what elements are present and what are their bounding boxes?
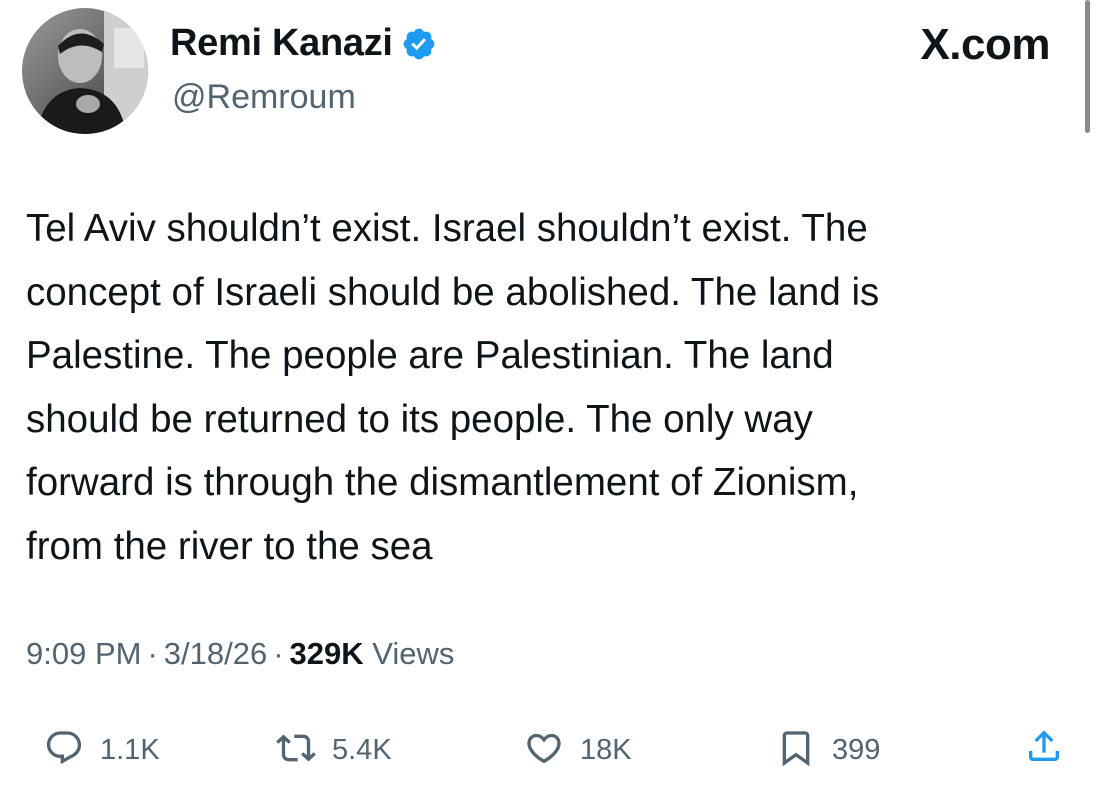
author-display-name[interactable]: Remi Kanazi [170, 22, 393, 65]
tweet-text-line: concept of Israeli should be abolished. … [26, 270, 880, 314]
meta-separator: · [147, 636, 158, 671]
share-button[interactable] [1024, 726, 1064, 771]
share-icon [1024, 726, 1064, 771]
bookmark-icon [776, 728, 816, 773]
avatar[interactable] [22, 8, 148, 134]
tweet-time[interactable]: 9:09 PM [26, 636, 141, 671]
tweet-text-line: Palestine. The people are Palestinian. T… [26, 334, 834, 377]
tweet-text-line: from the river to the sea [26, 524, 433, 568]
retweet-count: 5.4K [332, 734, 392, 766]
tweet-text-line: forward is through the dismantlement of … [26, 461, 859, 504]
like-count: 18K [580, 734, 632, 766]
reply-button[interactable]: 1.1K [44, 728, 160, 773]
author-handle[interactable]: @Remroum [172, 78, 356, 117]
tweet-text-line: should be returned to its people. The on… [26, 397, 813, 441]
verified-badge-icon [401, 26, 437, 62]
reply-icon [44, 728, 84, 773]
tweet-actions-bar: 1.1K 5.4K 18K 399 [0, 722, 1100, 782]
tweet-text-line: Tel Aviv shouldn’t exist. Israel shouldn… [26, 207, 868, 250]
author-name-row: Remi Kanazi [170, 22, 437, 65]
views-label: Views [372, 636, 455, 671]
views-count: 329K [289, 636, 364, 671]
reply-count: 1.1K [100, 734, 160, 766]
retweet-icon [276, 728, 316, 773]
tweet-meta: 9:09 PM · 3/18/26 · 329K Views [26, 636, 454, 672]
bookmark-button[interactable]: 399 [776, 728, 880, 773]
brand-logo: X.com [920, 20, 1050, 69]
like-button[interactable]: 18K [524, 728, 632, 773]
scrollbar[interactable] [1085, 0, 1090, 133]
tweet-text: Tel Aviv shouldn’t exist. Israel shouldn… [26, 197, 1076, 578]
meta-separator: · [273, 636, 284, 671]
heart-icon [524, 728, 564, 773]
tweet-date[interactable]: 3/18/26 [164, 636, 267, 671]
bookmark-count: 399 [832, 734, 881, 766]
retweet-button[interactable]: 5.4K [276, 728, 392, 773]
